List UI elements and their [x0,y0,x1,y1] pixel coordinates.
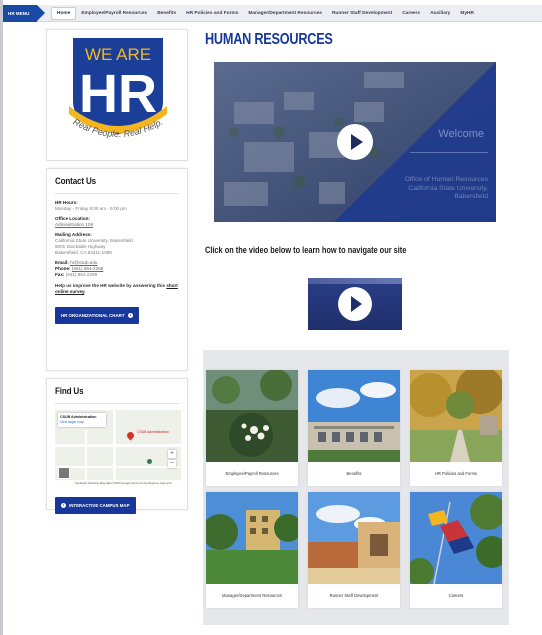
campus-map[interactable]: CSUB Administration View larger map CSUB… [55,410,181,486]
hr-menu-label: HR MENU [8,11,30,16]
tile-label: Employee/Payroll Resources [225,471,279,476]
nav-items: Home Employee/Payroll Resources Benefits… [51,5,479,22]
nav-item-auxiliary[interactable]: Auxiliary [425,8,455,19]
tile-label: Careers [448,593,464,598]
zoom-in-button[interactable]: + [168,450,176,458]
nav-item-runner-staff-development[interactable]: Runner Staff Development [327,8,397,19]
find-divider [55,403,179,404]
map-poi-icon [147,459,152,464]
tile-runner-staff-development[interactable]: Runner Staff Development [308,492,400,608]
welcome-video[interactable]: Welcome Office of Human Resources Califo… [214,62,496,222]
tile-image [410,492,502,584]
survey-text: Help us improve the HR website by answer… [55,283,178,294]
map-pin-label: CSUB Administration [137,430,169,434]
page: HR MENU Home Employee/Payroll Resources … [3,0,542,635]
arrow-circle-icon [127,313,133,318]
tile-employee-payroll[interactable]: Employee/Payroll Resources [206,370,298,486]
navigation-video-heading: Click on the video below to learn how to… [205,245,407,255]
map-info-box: CSUB Administration View larger map [58,413,106,427]
contact-title: Contact Us [55,176,96,187]
play-button-icon[interactable] [338,287,372,321]
play-button-icon[interactable] [337,124,373,160]
logo-hr: HR [79,64,157,124]
page-title: HUMAN RESOURCES [205,31,333,48]
tile-benefits[interactable]: Benefits [308,370,400,486]
logo-we-are: WE ARE [85,45,151,64]
welcome-subtitle: Office of Human Resources California Sta… [404,176,488,200]
tile-label: Benefits [346,471,362,476]
tile-image [308,370,400,462]
tile-manager-department[interactable]: Manager/Department Resources [206,492,298,608]
tile-label: Runner Staff Development [329,593,379,598]
nav-item-manager-department[interactable]: Manager/Department Resources [243,8,327,19]
fax-value: (661) 654-2299 [65,272,98,277]
hr-menu-button[interactable]: HR MENU [3,5,37,22]
fax-row: Fax: (661) 654-2299 [55,272,98,277]
map-satellite-thumb[interactable] [58,467,70,479]
nav-item-home[interactable]: Home [51,7,77,20]
map-pin-icon[interactable] [125,430,136,441]
map-marker-icon [61,503,66,508]
campus-path-photo [410,370,502,462]
nav-item-careers[interactable]: Careers [397,8,425,19]
tile-image [206,492,298,584]
phone-link[interactable]: (661) 654-2266 [72,266,103,271]
tile-label: Manager/Department Resources [222,593,282,598]
we-are-hr-logo: WE ARE HR Real People. Real Help. [69,38,167,139]
flags-photo [410,492,502,584]
contact-card: Contact Us HR Hours: Monday - Friday 8:0… [46,168,188,371]
contact-divider [55,193,179,194]
top-nav: HR MENU Home Employee/Payroll Resources … [3,5,542,22]
email-link[interactable]: hr@csub.edu [70,260,97,265]
find-title: Find Us [55,386,84,397]
tile-careers[interactable]: Careers [410,492,502,608]
welcome-divider [410,152,488,153]
manager-building-photo [206,492,298,584]
welcome-text: Welcome [438,128,484,140]
nav-item-myhr[interactable]: MyHR [455,8,479,19]
org-chart-button[interactable]: HR ORGANIZATIONAL CHART [55,307,139,324]
video-browser-bar [308,278,402,284]
map-footer: Keyboard shortcuts Map data ©2024 Google… [55,480,181,486]
nav-item-benefits[interactable]: Benefits [152,8,181,19]
navigation-video[interactable] [308,278,402,330]
nav-item-employee-payroll[interactable]: Employee/Payroll Resources [76,8,152,19]
building-photo [308,370,400,462]
tile-hr-policies[interactable]: HR Policies and Forms [410,370,502,486]
tile-image [410,370,502,462]
find-card: Find Us CSUB Administration View larger … [46,378,188,514]
campus-map-button[interactable]: INTERACTIVE CAMPUS MAP [55,497,136,514]
tile-image [206,370,298,462]
logo-card: WE ARE HR Real People. Real Help. [46,29,188,161]
tile-image [308,492,400,584]
blossom-photo [206,370,298,462]
hr-menu-arrow-icon [37,5,45,21]
nav-item-hr-policies[interactable]: HR Policies and Forms [181,8,243,19]
staff-building-photo [308,492,400,584]
view-larger-map-link[interactable]: View larger map [60,420,104,425]
tile-label: HR Policies and Forms [434,471,478,476]
zoom-out-button[interactable]: − [168,460,176,468]
